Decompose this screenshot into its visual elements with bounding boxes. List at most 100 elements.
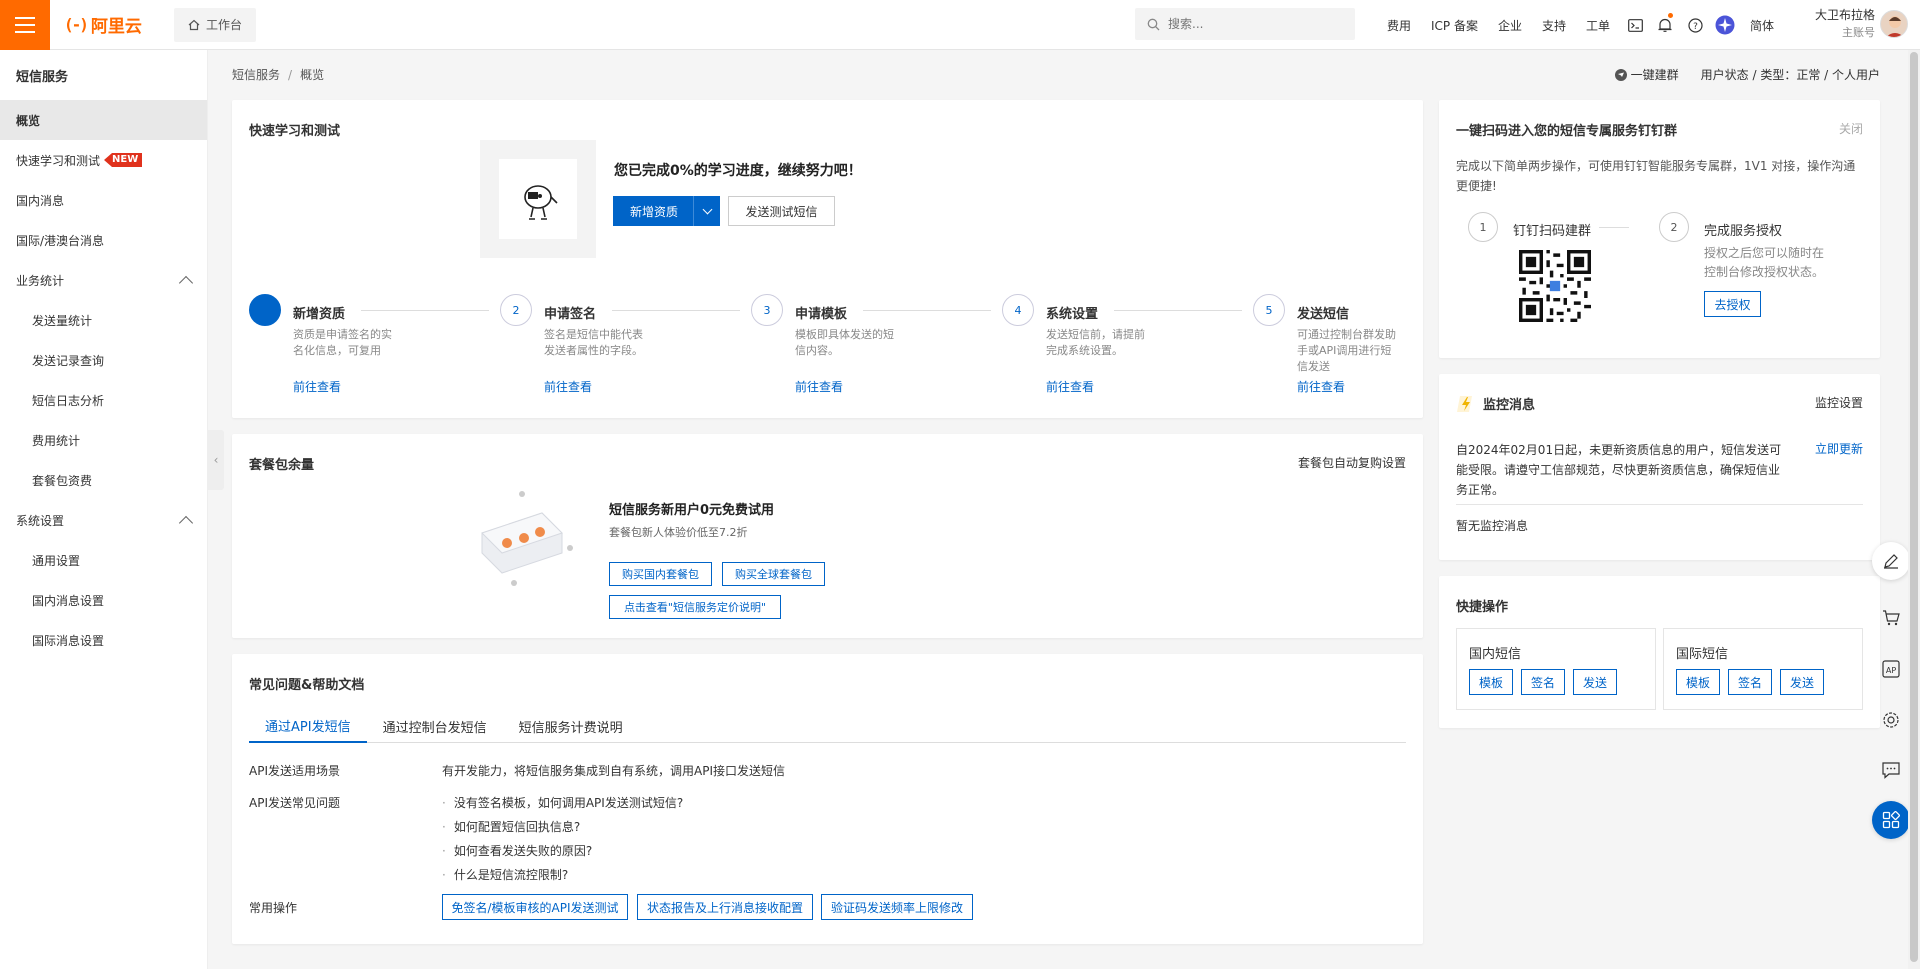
sidebar-item-log-analysis[interactable]: 短信日志分析: [0, 380, 207, 420]
chevron-up-icon: [178, 275, 194, 290]
faq-question-link[interactable]: 没有签名模板，如何调用API发送测试短信?: [442, 794, 683, 811]
add-qualification-button[interactable]: 新增资质: [613, 196, 720, 226]
step-1-number: 1: [249, 294, 281, 326]
step-4-desc: 发送短信前，请提前完成系统设置。: [1046, 328, 1145, 357]
terminal-icon[interactable]: [1620, 0, 1650, 50]
chevron-up-icon: [178, 515, 194, 530]
qr-code[interactable]: [1519, 250, 1591, 322]
sidebar-item-label: 国内消息: [16, 193, 65, 208]
sidebar-item-send-volume[interactable]: 发送量统计: [0, 300, 207, 340]
cart-icon: [1883, 610, 1900, 626]
sidebar-group-stats[interactable]: 业务统计: [0, 260, 207, 300]
chat-float-button[interactable]: [1872, 751, 1910, 789]
buy-domestic-package-button[interactable]: 购买国内套餐包: [609, 562, 712, 586]
package-card: 套餐包余量 套餐包自动复购设置 短信服务新用户0元免费试用 套餐包新人体验价低至…: [232, 434, 1423, 638]
step-4-link[interactable]: 前往查看: [1046, 378, 1094, 395]
bell-icon[interactable]: [1650, 0, 1680, 50]
quick-domestic-box: 国内短信 模板 签名 发送: [1456, 628, 1656, 710]
sidebar-group-settings[interactable]: 系统设置: [0, 500, 207, 540]
global-send-button[interactable]: 发送: [1780, 669, 1824, 695]
dingtalk-card: 一键扫码进入您的短信专属服务钉钉群 关闭 完成以下简单两步操作，可使用钉钉智能服…: [1439, 100, 1880, 358]
search-input[interactable]: [1168, 17, 1338, 31]
logo-mark-icon: (-): [64, 15, 89, 34]
sidebar-item-domestic-settings[interactable]: 国内消息设置: [0, 580, 207, 620]
step-connector: [1114, 310, 1242, 311]
sidebar-item-label: 概览: [16, 113, 41, 128]
close-button[interactable]: 关闭: [1839, 120, 1863, 137]
edit-float-button[interactable]: [1872, 542, 1910, 580]
nav-billing[interactable]: 费用: [1377, 17, 1421, 34]
header-right: 一键建群 用户状态 / 类型：正常 / 个人用户: [1610, 66, 1880, 83]
help-icon[interactable]: ?: [1680, 0, 1710, 50]
sidebar-collapse-handle[interactable]: ‹: [208, 430, 224, 490]
faq-question-link[interactable]: 如何查看发送失败的原因?: [442, 842, 592, 859]
verify-code-limit-button[interactable]: 验证码发送频率上限修改: [821, 894, 973, 920]
page-scrollbar[interactable]: [1908, 50, 1920, 969]
search-icon: [1147, 18, 1160, 30]
quick-learn-card: 快速学习和测试 您已完成0%的学习进度，继续努力吧！ 新增资质 发送测试短信 1…: [232, 100, 1423, 418]
sidebar-item-domestic[interactable]: 国内消息: [0, 180, 207, 220]
search-box[interactable]: [1135, 8, 1355, 40]
step-5-link[interactable]: 前往查看: [1297, 378, 1345, 395]
ops-label: 常用操作: [249, 901, 298, 915]
cart-float-button[interactable]: [1872, 599, 1910, 637]
sidebar-item-quick-learn[interactable]: 快速学习和测试 NEW: [0, 140, 207, 180]
step-connector: [612, 310, 740, 311]
sidebar-item-package-pricing[interactable]: 套餐包资费: [0, 460, 207, 500]
auto-renew-settings-link[interactable]: 套餐包自动复购设置: [1298, 454, 1406, 471]
monitor-card: 监控消息 监控设置 自2024年02月01日起，未更新资质信息的用户，短信发送可…: [1439, 374, 1880, 560]
update-now-link[interactable]: 立即更新: [1815, 440, 1863, 457]
tab-console[interactable]: 通过控制台发短信: [367, 710, 503, 743]
domestic-signature-button[interactable]: 签名: [1521, 669, 1565, 695]
join-group-link[interactable]: 一键建群: [1614, 66, 1679, 83]
scrollbar-thumb[interactable]: [1910, 52, 1918, 962]
breadcrumb-root[interactable]: 短信服务: [232, 68, 280, 82]
tab-billing[interactable]: 短信服务计费说明: [503, 710, 639, 743]
global-signature-button[interactable]: 签名: [1728, 669, 1772, 695]
user-info[interactable]: 大卫布拉格 主账号: [1805, 7, 1875, 41]
global-template-button[interactable]: 模板: [1676, 669, 1720, 695]
step-connector: [863, 310, 991, 311]
pricing-info-button[interactable]: 点击查看"短信服务定价说明": [609, 595, 781, 619]
send-test-sms-button[interactable]: 发送测试短信: [728, 196, 835, 226]
step-1-link[interactable]: 前往查看: [293, 378, 341, 395]
sidebar-item-overview[interactable]: 概览: [0, 100, 207, 140]
monitor-settings-link[interactable]: 监控设置: [1815, 394, 1863, 411]
api-test-button[interactable]: 免签名/模板审核的API发送测试: [442, 894, 628, 920]
step-4-name: 系统设置: [1046, 307, 1099, 322]
authorize-button[interactable]: 去授权: [1704, 291, 1761, 317]
domestic-template-button[interactable]: 模板: [1469, 669, 1513, 695]
language-switch[interactable]: 简体: [1740, 17, 1784, 34]
avatar[interactable]: [1880, 10, 1908, 38]
step-2-link[interactable]: 前往查看: [544, 378, 592, 395]
sidebar-item-cost-stats[interactable]: 费用统计: [0, 420, 207, 460]
buy-global-package-button[interactable]: 购买全球套餐包: [722, 562, 825, 586]
monitor-title: 监控消息: [1483, 398, 1536, 413]
tab-api[interactable]: 通过API发短信: [249, 710, 367, 743]
status-report-config-button[interactable]: 状态报告及上行消息接收配置: [637, 894, 813, 920]
aliyun-logo[interactable]: (-) 阿里云: [64, 12, 164, 37]
nav-ticket[interactable]: 工单: [1576, 17, 1620, 34]
ai-assistant-icon[interactable]: [1710, 0, 1740, 50]
faq-question-link[interactable]: 什么是短信流控限制?: [442, 866, 568, 883]
promo-title: 短信服务新用户0元免费试用: [609, 503, 775, 518]
quick-learn-title: 快速学习和测试: [249, 124, 341, 139]
sidebar-item-international[interactable]: 国际/港澳台消息: [0, 220, 207, 260]
menu-icon[interactable]: [0, 0, 50, 50]
settings-float-button[interactable]: [1872, 701, 1910, 739]
faq-question-link[interactable]: 如何配置短信回执信息?: [442, 818, 580, 835]
domestic-send-button[interactable]: 发送: [1573, 669, 1617, 695]
step-3-link[interactable]: 前往查看: [795, 378, 843, 395]
quick-domestic-title: 国内短信: [1469, 647, 1522, 662]
nav-enterprise[interactable]: 企业: [1488, 17, 1532, 34]
sidebar-item-international-settings[interactable]: 国际消息设置: [0, 620, 207, 660]
workbench-button[interactable]: 工作台: [174, 7, 257, 42]
step-1-desc: 资质是申请签名的实名化信息，可复用: [293, 328, 392, 357]
nav-support[interactable]: 支持: [1532, 17, 1576, 34]
nav-icp[interactable]: ICP 备案: [1421, 17, 1488, 34]
api-float-button[interactable]: AP: [1872, 650, 1910, 688]
dropdown-arrow[interactable]: [693, 196, 720, 226]
sidebar-item-send-records[interactable]: 发送记录查询: [0, 340, 207, 380]
sidebar-item-general-settings[interactable]: 通用设置: [0, 540, 207, 580]
apps-float-button[interactable]: [1872, 801, 1910, 839]
